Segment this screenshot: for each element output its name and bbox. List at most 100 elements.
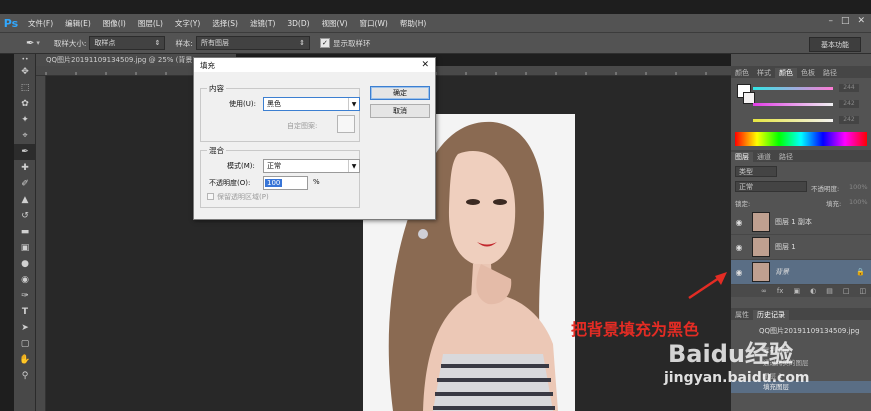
blue-value[interactable]: 242 <box>839 116 859 124</box>
blending-group: 混合 模式(M): 正常 ▼ 不透明度(O): 100 % 保留透明区域(P) <box>200 145 360 208</box>
dodge-tool-icon[interactable]: ◉ <box>14 272 36 288</box>
workspace-switcher[interactable]: 基本功能 <box>809 37 861 52</box>
adjustment-icon[interactable]: ◐ <box>810 287 816 295</box>
show-ring-checkbox[interactable]: ✓ <box>319 38 330 48</box>
green-slider-track <box>753 102 833 106</box>
chevron-down-icon: ▼ <box>348 98 359 110</box>
show-ring-label: 显示取样环 <box>332 38 371 48</box>
tab-styles[interactable]: 样式 <box>753 68 775 78</box>
menu-filter[interactable]: 滤镜(T) <box>250 18 275 29</box>
tool-preset-caret-icon[interactable]: ▾ <box>36 39 40 47</box>
new-layer-icon[interactable]: □ <box>843 287 850 295</box>
layer-kind-filter[interactable]: 类型 <box>735 166 777 177</box>
tab-paths-top[interactable]: 路径 <box>819 68 841 78</box>
menu-3d[interactable]: 3D(D) <box>287 19 309 28</box>
shape-tool-icon[interactable]: ▢ <box>14 336 36 352</box>
green-slider[interactable]: 242 <box>753 100 863 108</box>
opacity-value[interactable]: 100% <box>849 183 868 191</box>
eyedropper-tool-icon[interactable]: ✒ <box>14 144 36 160</box>
custom-pattern-label: 自定图案: <box>287 122 318 130</box>
move-tool-icon[interactable]: ✥ <box>14 64 36 80</box>
path-select-tool-icon[interactable]: ➤ <box>14 320 36 336</box>
tab-paths[interactable]: 路径 <box>775 152 797 162</box>
layer-thumbnail <box>752 262 770 282</box>
menu-help[interactable]: 帮助(H) <box>400 18 427 29</box>
maximize-icon[interactable]: □ <box>841 16 850 26</box>
type-tool-icon[interactable]: T <box>14 304 36 320</box>
tab-color-1[interactable]: 颜色 <box>731 68 753 78</box>
menu-window[interactable]: 窗口(W) <box>360 18 388 29</box>
dialog-titlebar[interactable]: 填充 ✕ <box>194 58 435 72</box>
panel-grip-icon[interactable]: •• <box>14 54 36 64</box>
menu-select[interactable]: 选择(S) <box>212 18 238 29</box>
ok-button[interactable]: 确定 <box>370 86 430 100</box>
lock-label: 锁定: <box>735 200 751 208</box>
layer-row[interactable]: ◉ 图层 1 <box>731 235 871 260</box>
green-value[interactable]: 242 <box>839 100 859 108</box>
eyedropper-icon[interactable]: ✒ <box>26 38 34 49</box>
eraser-tool-icon[interactable]: ▬ <box>14 224 36 240</box>
link-icon[interactable]: ∞ <box>761 287 767 295</box>
brush-tool-icon[interactable]: ✐ <box>14 176 36 192</box>
menu-layer[interactable]: 图层(L) <box>138 18 163 29</box>
blur-tool-icon[interactable]: ● <box>14 256 36 272</box>
vertical-ruler[interactable] <box>36 76 46 411</box>
sample-select[interactable]: 所有图层 ⇕ <box>195 36 310 50</box>
menu-file[interactable]: 文件(F) <box>28 18 53 29</box>
chevron-down-icon: ▼ <box>348 160 359 172</box>
gradient-tool-icon[interactable]: ▣ <box>14 240 36 256</box>
close-icon[interactable]: ✕ <box>857 16 865 26</box>
layer-row[interactable]: ◉ 图层 1 副本 <box>731 210 871 235</box>
layer-row-selected[interactable]: ◉ 背景 🔒 <box>731 260 871 285</box>
blend-mode-select[interactable]: 正常 <box>735 181 807 192</box>
minimize-icon[interactable]: – <box>828 16 833 26</box>
menu-image[interactable]: 图像(I) <box>103 18 126 29</box>
cancel-button[interactable]: 取消 <box>370 104 430 118</box>
tab-channels[interactable]: 通道 <box>753 152 775 162</box>
use-select[interactable]: 黑色 ▼ <box>263 97 360 111</box>
layer-thumbnail <box>752 212 770 232</box>
clone-stamp-tool-icon[interactable]: ▲ <box>14 192 36 208</box>
mask-icon[interactable]: ▣ <box>793 287 800 295</box>
healing-brush-tool-icon[interactable]: ✚ <box>14 160 36 176</box>
color-spectrum[interactable] <box>735 132 867 146</box>
mode-select[interactable]: 正常 ▼ <box>263 159 360 173</box>
tab-layers[interactable]: 图层 <box>731 152 753 162</box>
fx-icon[interactable]: fx <box>777 287 784 295</box>
chevron-down-icon: ⇕ <box>299 39 305 47</box>
tab-color-2[interactable]: 颜色 <box>775 68 797 78</box>
crop-tool-icon[interactable]: ⌖ <box>14 128 36 144</box>
tab-properties[interactable]: 属性 <box>731 310 753 320</box>
fill-label: 填充: <box>826 200 842 208</box>
hand-tool-icon[interactable]: ✋ <box>14 352 36 368</box>
tab-history[interactable]: 历史记录 <box>753 310 789 320</box>
red-value[interactable]: 244 <box>839 84 859 92</box>
menu-view[interactable]: 视图(V) <box>322 18 348 29</box>
eye-icon[interactable]: ◉ <box>731 243 747 252</box>
quick-select-tool-icon[interactable]: ✦ <box>14 112 36 128</box>
folder-icon[interactable]: ▤ <box>826 287 833 295</box>
contents-group-title: 内容 <box>207 83 226 94</box>
eye-icon[interactable]: ◉ <box>731 218 747 227</box>
trash-icon[interactable]: ◫ <box>859 287 866 295</box>
eye-icon[interactable]: ◉ <box>731 268 747 277</box>
opacity-input[interactable]: 100 <box>263 176 308 190</box>
sample-size-label: 取样大小: <box>53 38 87 48</box>
menu-type[interactable]: 文字(Y) <box>175 18 200 29</box>
close-icon[interactable]: ✕ <box>421 60 429 70</box>
menu-edit[interactable]: 编辑(E) <box>65 18 91 29</box>
contents-group: 内容 使用(U): 黑色 ▼ 自定图案: <box>200 83 360 142</box>
lasso-tool-icon[interactable]: ✿ <box>14 96 36 112</box>
baidu-watermark: Baidu经验 <box>668 340 793 368</box>
tab-swatches[interactable]: 色板 <box>797 68 819 78</box>
marquee-tool-icon[interactable]: ⬚ <box>14 80 36 96</box>
history-brush-tool-icon[interactable]: ↺ <box>14 208 36 224</box>
sample-size-select[interactable]: 取样点 ⇕ <box>89 36 166 50</box>
blue-slider[interactable]: 242 <box>753 116 863 124</box>
preserve-transparency-checkbox[interactable] <box>207 193 214 200</box>
pattern-picker[interactable] <box>337 115 355 133</box>
fill-value[interactable]: 100% <box>849 198 868 206</box>
pen-tool-icon[interactable]: ✑ <box>14 288 36 304</box>
zoom-tool-icon[interactable]: ⚲ <box>14 368 36 384</box>
red-slider[interactable]: 244 <box>753 84 863 92</box>
